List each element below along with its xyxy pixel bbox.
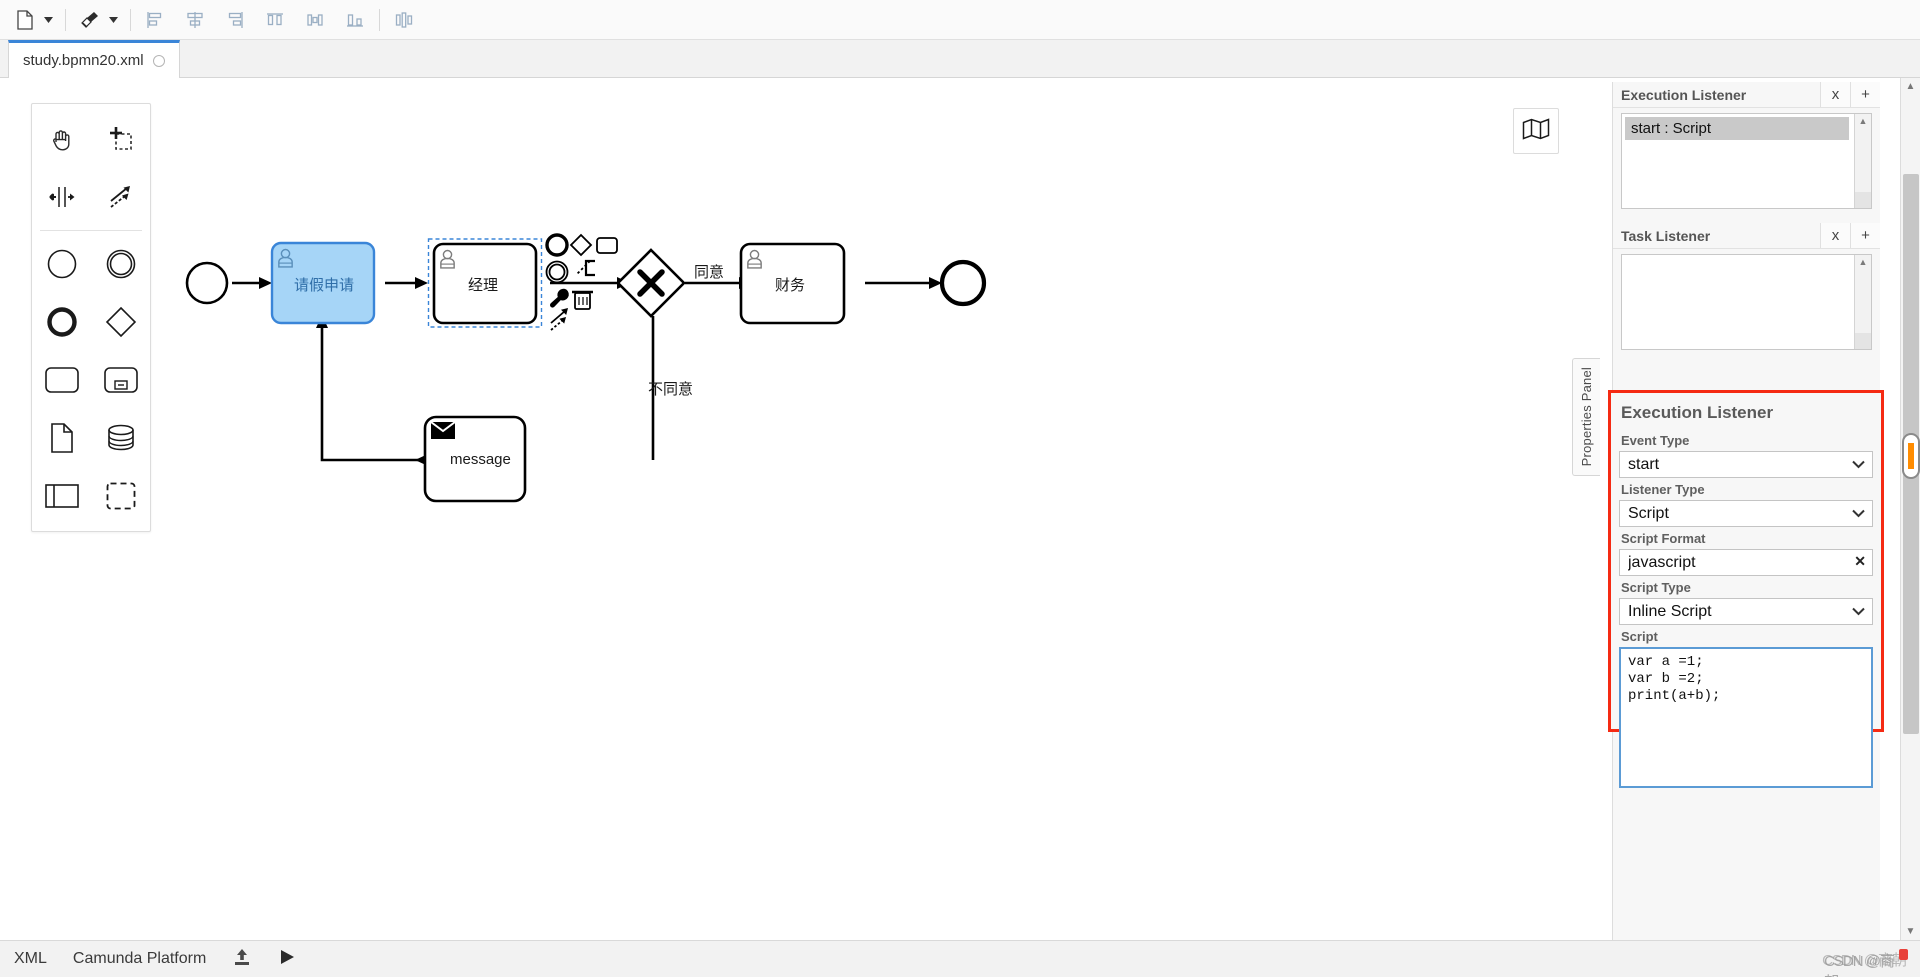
bpmn-exclusive-gateway[interactable]	[616, 248, 686, 318]
task-listener-add-button[interactable]: +	[1850, 223, 1880, 248]
event-type-label: Event Type	[1621, 433, 1690, 448]
execution-listener-section-header: Execution Listener x +	[1613, 82, 1880, 108]
append-text-annotation-icon	[575, 259, 595, 277]
message-envelope-icon	[430, 421, 456, 439]
script-format-label: Script Format	[1621, 531, 1706, 546]
connect-icon	[550, 308, 568, 331]
align-center-icon[interactable]	[180, 5, 210, 35]
bpmn-label-message: message	[450, 451, 511, 468]
unsaved-dot-icon[interactable]	[152, 54, 165, 67]
script-format-input[interactable]	[1619, 549, 1873, 576]
listener-type-label: Listener Type	[1621, 482, 1705, 497]
bpmn-diagram-svg[interactable]	[0, 78, 1607, 940]
distribute-icon[interactable]	[389, 5, 419, 35]
bpmn-label-finance: 财务	[775, 277, 806, 294]
editor-tab-label: study.bpmn20.xml	[23, 52, 144, 69]
bpmn-end-event[interactable]	[939, 259, 987, 307]
task-listener-section-header: Task Listener x +	[1613, 223, 1880, 249]
scroll-down-arrow-icon[interactable]: ▼	[1906, 926, 1916, 940]
append-intermediate-event-icon	[545, 260, 569, 284]
properties-panel-toggle-tab[interactable]: Properties Panel	[1572, 358, 1600, 476]
task-listener-listbox[interactable]: ▲ ▼	[1621, 254, 1872, 350]
editor-tab-study-bpmn20[interactable]: study.bpmn20.xml	[8, 40, 180, 78]
watermark-overlay-text: CSDN @商朝	[1824, 953, 1895, 977]
execution-listener-list-item[interactable]: start : Script	[1625, 117, 1849, 140]
execution-listener-resize-handle[interactable]	[1855, 192, 1871, 208]
deploy-upload-icon[interactable]	[232, 947, 252, 972]
script-label: Script	[1621, 629, 1658, 644]
watermark-dot-icon	[1899, 949, 1908, 960]
properties-panel-scrollbar[interactable]: ▲ ▼	[1900, 78, 1920, 940]
status-bar: XML Camunda Platform CSDN @商朝 CSDN @商朝	[0, 940, 1920, 977]
main-toolbar	[0, 0, 1920, 40]
listener-type-select[interactable]: Script	[1619, 500, 1873, 527]
toolbar-divider-1	[65, 8, 66, 31]
execution-listener-remove-button[interactable]: x	[1820, 82, 1850, 107]
task-listener-section-title: Task Listener	[1621, 227, 1711, 244]
event-type-select[interactable]: start	[1619, 451, 1873, 478]
script-type-label: Script Type	[1621, 580, 1691, 595]
align-middle-icon[interactable]	[300, 5, 330, 35]
bpmn-label-flow-agree: 同意	[694, 264, 725, 281]
brush-dropdown-caret[interactable]	[105, 5, 121, 35]
watermark: CSDN @商朝 CSDN @商朝	[1822, 949, 1908, 977]
scroll-up-arrow-icon[interactable]: ▲	[1859, 255, 1868, 269]
bpmn-label-manager: 经理	[468, 277, 499, 294]
new-file-dropdown-caret[interactable]	[40, 5, 56, 35]
delete-icon	[572, 290, 593, 310]
scroll-up-arrow-icon[interactable]: ▲	[1859, 114, 1868, 128]
clear-icon[interactable]: ✕	[1854, 553, 1866, 570]
bpmn-label-flow-disagree: 不同意	[648, 381, 694, 398]
camunda-platform-button[interactable]: Camunda Platform	[73, 950, 206, 968]
run-play-icon[interactable]	[278, 948, 296, 971]
align-right-icon[interactable]	[220, 5, 250, 35]
brush-button[interactable]	[75, 5, 105, 35]
align-bottom-icon[interactable]	[340, 5, 370, 35]
scroll-position-marker	[1902, 433, 1920, 479]
detail-form-title: Execution Listener	[1621, 403, 1774, 422]
task-listener-resize-handle[interactable]	[1855, 333, 1871, 349]
append-task-icon	[596, 237, 618, 254]
new-file-button[interactable]	[10, 5, 40, 35]
bpmn-canvas[interactable]: 请假申请 经理 财务 message 同意 不同意	[0, 78, 1607, 940]
bpmn-start-event[interactable]	[185, 261, 229, 305]
execution-listener-listbox[interactable]: start : Script ▲ ▼	[1621, 113, 1872, 209]
toolbar-divider-2	[130, 8, 131, 31]
script-type-select[interactable]: Inline Script	[1619, 598, 1873, 625]
scroll-up-arrow-icon[interactable]: ▲	[1906, 78, 1916, 92]
bpmn-label-apply: 请假申请	[294, 277, 355, 294]
toolbar-divider-3	[379, 8, 380, 31]
execution-listener-add-button[interactable]: +	[1850, 82, 1880, 107]
change-type-icon	[550, 288, 569, 308]
execution-listener-detail-form: Execution Listener Event Type start List…	[1608, 390, 1884, 788]
script-textarea[interactable]: var a =1; var b =2; print(a+b);	[1619, 647, 1873, 788]
align-left-icon[interactable]	[140, 5, 170, 35]
editor-tab-bar: study.bpmn20.xml	[0, 40, 1920, 78]
append-gateway-icon	[569, 233, 593, 257]
xml-view-button[interactable]: XML	[14, 950, 47, 968]
task-listener-remove-button[interactable]: x	[1820, 223, 1850, 248]
properties-panel-toggle-label: Properties Panel	[1579, 367, 1594, 467]
execution-listener-section-title: Execution Listener	[1621, 86, 1747, 103]
align-top-icon[interactable]	[260, 5, 290, 35]
append-end-event-icon	[545, 233, 569, 257]
